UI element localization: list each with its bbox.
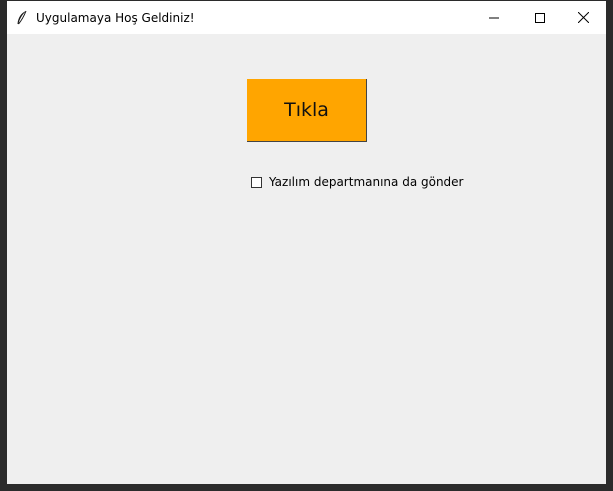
feather-icon [15, 10, 29, 26]
close-button[interactable] [560, 1, 606, 34]
close-icon [577, 8, 589, 27]
client-area: Tıkla Yazılım departmanına da gönder [7, 34, 606, 484]
click-button[interactable]: Tıkla [247, 79, 367, 142]
window-title: Uygulamaya Hoş Geldiniz! [36, 11, 195, 25]
maximize-icon [535, 8, 545, 27]
title-bar[interactable]: Uygulamaya Hoş Geldiniz! [7, 1, 606, 34]
maximize-button[interactable] [517, 1, 563, 34]
app-window: Uygulamaya Hoş Geldiniz! Tıkla Yazılım d… [7, 1, 606, 484]
minimize-button[interactable] [471, 1, 517, 34]
minimize-icon [489, 8, 499, 27]
checkbox-label[interactable]: Yazılım departmanına da gönder [269, 175, 463, 189]
send-to-software-checkbox-row[interactable]: Yazılım departmanına da gönder [251, 175, 463, 189]
send-to-software-checkbox[interactable] [251, 176, 262, 188]
